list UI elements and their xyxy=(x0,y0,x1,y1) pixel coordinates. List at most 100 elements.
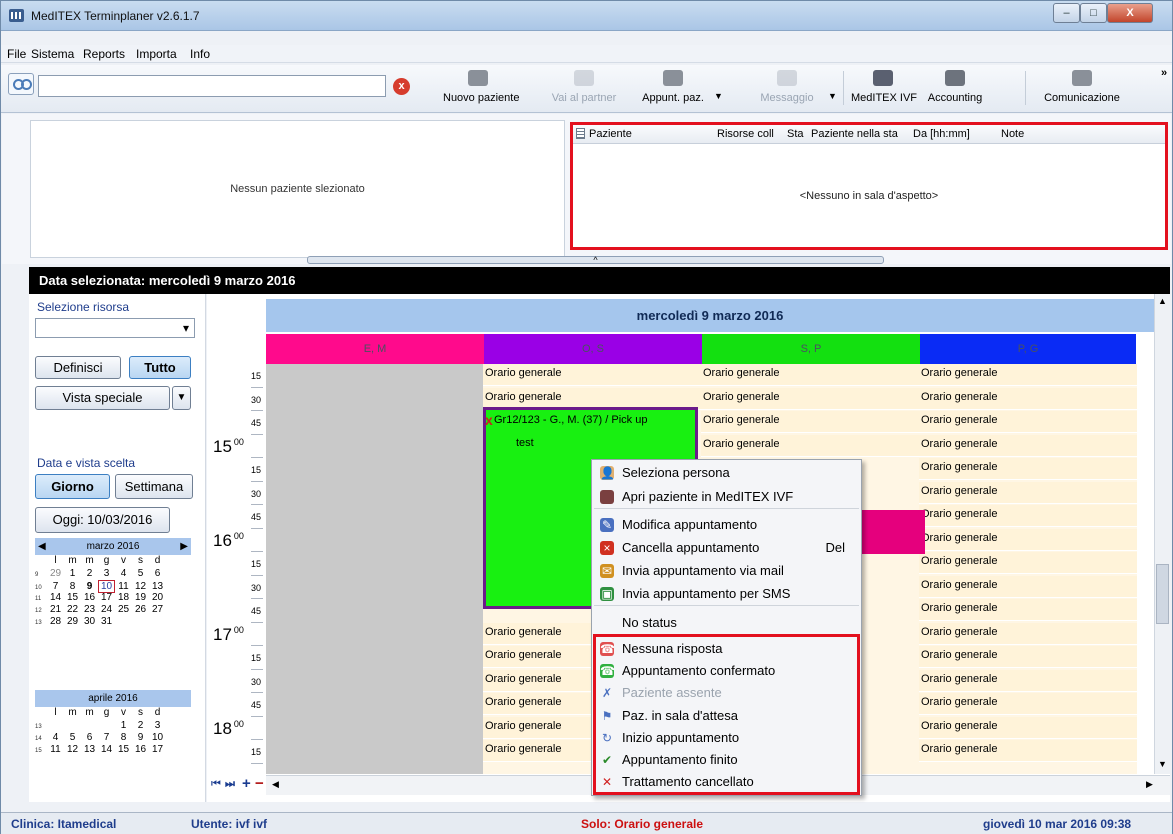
calendar-day[interactable]: 13 xyxy=(149,581,166,592)
resource-column-sp[interactable]: S, P xyxy=(702,334,920,364)
general-hours-slot[interactable]: Orario generale xyxy=(701,434,919,457)
meditex-ivf-button[interactable]: MedITEX IVF xyxy=(851,67,917,111)
calendar-day[interactable]: 20 xyxy=(149,592,166,603)
calendar-day[interactable]: 9 xyxy=(81,581,98,592)
resource-column-os[interactable]: O, S xyxy=(484,334,702,364)
calendar-day[interactable]: 2 xyxy=(81,568,98,579)
context-menu-item[interactable]: × Cancella appuntamento Del xyxy=(594,537,859,559)
panel-splitter[interactable]: ^ xyxy=(307,256,884,265)
calendar-day[interactable]: 13 xyxy=(81,744,98,755)
general-hours-slot[interactable]: Orario generale xyxy=(919,505,1137,527)
next-page-icon[interactable]: ⏭ xyxy=(225,778,235,791)
col-state[interactable]: Sta xyxy=(787,128,805,140)
calendar-day[interactable]: 4 xyxy=(47,732,64,743)
general-hours-slot[interactable]: Orario generale xyxy=(919,411,1137,433)
general-hours-slot[interactable]: Orario generale xyxy=(919,646,1137,668)
general-hours-slot[interactable]: Orario generale xyxy=(919,622,1137,645)
search-input[interactable] xyxy=(38,75,386,97)
col-note[interactable]: Note xyxy=(1001,128,1061,140)
calendar-day[interactable]: 4 xyxy=(115,568,132,579)
calendar-day[interactable]: 23 xyxy=(81,604,98,615)
general-hours-slot[interactable]: Orario generale xyxy=(701,411,919,433)
menu-info[interactable]: Info xyxy=(190,47,210,61)
calendar-day[interactable]: 17 xyxy=(98,592,115,603)
calendar-day[interactable]: 9 xyxy=(132,732,149,743)
all-button[interactable]: Tutto xyxy=(129,356,191,379)
calendar-day[interactable]: 8 xyxy=(115,732,132,743)
title-bar[interactable]: MedITEX Terminplaner v2.6.1.7 – □ X xyxy=(1,1,1172,31)
general-hours-slot[interactable]: Orario generale xyxy=(919,693,1137,715)
calendar-days[interactable]: 13 1 2 3 14 4 5 6 7 8 9 10 15 11 12 13 14 15 16 17 xyxy=(35,720,191,756)
general-hours-slot[interactable]: Orario generale xyxy=(919,552,1137,574)
toolbar-overflow-icon[interactable]: » xyxy=(1161,67,1167,79)
general-hours-slot[interactable]: Orario generale xyxy=(919,669,1137,692)
general-hours-slot[interactable]: Orario generale xyxy=(919,716,1137,739)
calendar-day[interactable]: 11 xyxy=(115,581,132,592)
calendar-day[interactable]: 6 xyxy=(149,568,166,579)
calendar-day[interactable]: 7 xyxy=(98,732,115,743)
calendar-day[interactable]: 22 xyxy=(64,604,81,615)
calendar-day[interactable]: 11 xyxy=(47,744,64,755)
waiting-room-table[interactable]: Paziente Risorse coll Sta Paziente nella… xyxy=(570,122,1168,250)
general-hours-slot[interactable]: Orario generale xyxy=(483,364,701,386)
search-patient-icon[interactable] xyxy=(8,73,34,95)
first-page-icon[interactable]: ⏮ xyxy=(211,778,221,791)
scroll-down-icon[interactable]: ▼ xyxy=(1158,759,1167,769)
col-patient[interactable]: Paziente xyxy=(589,128,713,140)
calendar-day[interactable]: 1 xyxy=(115,720,132,731)
calendar-day[interactable]: 19 xyxy=(132,592,149,603)
calendar-day[interactable]: 2 xyxy=(132,720,149,731)
general-hours-slot[interactable]: Orario generale xyxy=(919,434,1137,457)
day-view-button[interactable]: Giorno xyxy=(35,474,110,499)
column-chooser-icon[interactable] xyxy=(576,128,585,139)
appointments-dropdown-icon[interactable]: ▼ xyxy=(714,91,723,101)
resource-column-em[interactable]: E, M xyxy=(266,334,484,364)
general-hours-slot[interactable]: Orario generale xyxy=(919,364,1137,386)
calendar-day[interactable]: 26 xyxy=(132,604,149,615)
next-month-icon[interactable]: ▶ xyxy=(180,538,188,555)
special-view-dropdown-icon[interactable]: ▼ xyxy=(172,386,191,410)
calendar-day[interactable]: 5 xyxy=(132,568,149,579)
calendar-day[interactable]: 3 xyxy=(149,720,166,731)
calendar-day[interactable]: 30 xyxy=(81,616,98,627)
close-button[interactable]: X xyxy=(1107,3,1153,23)
clear-search-icon[interactable]: x xyxy=(393,78,410,95)
menu-importa[interactable]: Importa xyxy=(136,47,177,61)
calendar-days[interactable]: 9 29 1 2 3 4 5 6 10 7 8 9 10 11 12 13 11 14 15 16 17 18 19 20 12… xyxy=(35,568,191,628)
calendar-day[interactable]: 16 xyxy=(132,744,149,755)
general-hours-slot[interactable]: Orario generale xyxy=(919,575,1137,598)
vertical-scrollbar[interactable]: ▲ ▼ xyxy=(1154,294,1170,774)
resource-select[interactable] xyxy=(35,318,195,338)
general-hours-slot[interactable]: Orario generale xyxy=(919,599,1137,621)
calendar-day[interactable]: 17 xyxy=(149,744,166,755)
define-button[interactable]: Definisci xyxy=(35,356,121,379)
calendar-day[interactable]: 16 xyxy=(81,592,98,603)
scroll-thumb[interactable] xyxy=(1156,564,1169,624)
col-resources[interactable]: Risorse coll xyxy=(717,128,783,140)
prev-month-icon[interactable]: ◀ xyxy=(38,538,46,555)
communication-button[interactable]: Comunicazione xyxy=(1037,67,1127,111)
calendar-day[interactable]: 31 xyxy=(98,616,115,627)
col-patient-in-room[interactable]: Paziente nella sta xyxy=(811,128,911,140)
general-hours-slot[interactable]: Orario generale xyxy=(701,364,919,386)
calendar-day[interactable]: 15 xyxy=(115,744,132,755)
calendar-day[interactable]: 12 xyxy=(132,581,149,592)
calendar-day[interactable]: 3 xyxy=(98,568,115,579)
week-view-button[interactable]: Settimana xyxy=(115,474,193,499)
menu-sistema[interactable]: Sistema xyxy=(31,47,74,61)
today-button[interactable]: Oggi: 10/03/2016 xyxy=(35,507,170,533)
new-patient-button[interactable]: Nuovo paziente xyxy=(443,67,519,111)
calendar-day[interactable]: 27 xyxy=(149,604,166,615)
resource-column-pg[interactable]: P, G xyxy=(920,334,1136,364)
calendar-day[interactable]: 15 xyxy=(64,592,81,603)
general-hours-slot[interactable]: Orario generale xyxy=(919,458,1137,480)
calendar-day[interactable]: 29 xyxy=(64,616,81,627)
go-to-partner-button[interactable]: Vai al partner xyxy=(551,67,617,111)
calendar-day[interactable]: 28 xyxy=(47,616,64,627)
minimize-button[interactable]: – xyxy=(1053,3,1080,23)
menu-reports[interactable]: Reports xyxy=(83,47,125,61)
add-icon[interactable]: + xyxy=(242,775,251,792)
context-menu-item[interactable]: 👤 Seleziona persona xyxy=(594,462,859,484)
calendar-day[interactable]: 7 xyxy=(47,581,64,592)
calendar-day[interactable]: 14 xyxy=(98,744,115,755)
